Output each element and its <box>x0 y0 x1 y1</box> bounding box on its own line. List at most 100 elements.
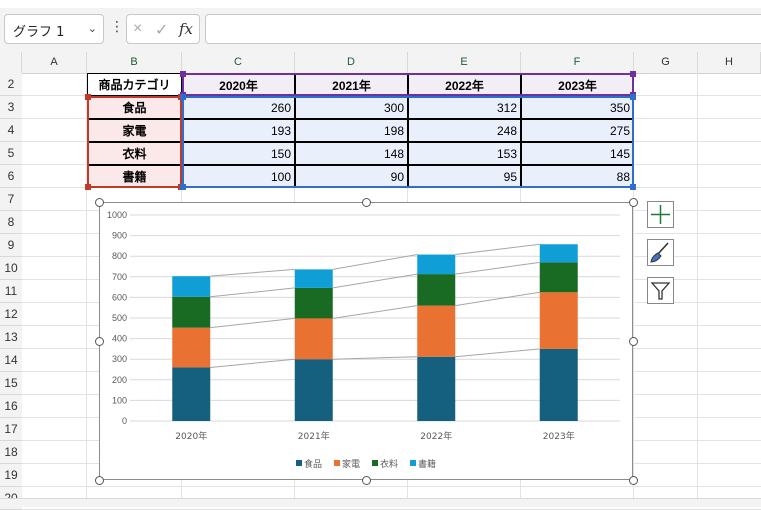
y-tick-label: 400 <box>112 334 127 344</box>
resize-handle[interactable] <box>629 198 638 207</box>
value-cell[interactable]: 145 <box>521 142 634 165</box>
row-header-10[interactable]: 10 <box>0 257 22 280</box>
value-cell[interactable]: 248 <box>408 119 521 142</box>
value-cell[interactable]: 350 <box>521 96 634 119</box>
header-cell-year[interactable]: 2022年 <box>408 73 521 96</box>
y-tick-label: 300 <box>112 354 127 364</box>
y-tick-label: 1000 <box>107 210 127 220</box>
value-cell[interactable]: 300 <box>295 96 408 119</box>
row-header-3[interactable]: 3 <box>0 96 22 119</box>
range-handle[interactable] <box>85 184 91 190</box>
x-tick-label: 2021年 <box>298 430 330 442</box>
row-header-18[interactable]: 18 <box>0 441 22 464</box>
column-header-d[interactable]: D <box>295 52 408 73</box>
resize-handle[interactable] <box>95 198 104 207</box>
name-box[interactable]: グラフ 1 ⌄ <box>4 14 104 44</box>
value-cell[interactable]: 95 <box>408 165 521 188</box>
bar-家電 <box>539 292 578 349</box>
row-header-7[interactable]: 7 <box>0 188 22 211</box>
cancel-icon[interactable]: × <box>133 20 142 38</box>
resize-handle[interactable] <box>629 476 638 485</box>
value-cell[interactable]: 90 <box>295 165 408 188</box>
row-header-14[interactable]: 14 <box>0 349 22 372</box>
value-cell[interactable]: 153 <box>408 142 521 165</box>
column-header-e[interactable]: E <box>408 52 521 73</box>
series-line <box>455 291 540 307</box>
category-cell[interactable]: 衣料 <box>87 142 182 165</box>
bar-食品 <box>539 348 578 421</box>
row-header-11[interactable]: 11 <box>0 280 22 303</box>
category-cell[interactable]: 書籍 <box>87 165 182 188</box>
resize-handle[interactable] <box>362 198 371 207</box>
legend-label: 家電 <box>342 458 360 470</box>
more-options-icon[interactable]: ⋮ <box>110 18 124 35</box>
column-header-b[interactable]: B <box>87 52 182 73</box>
series-line <box>210 268 295 277</box>
y-tick-label: 100 <box>112 395 127 405</box>
header-cell-year[interactable]: 2021年 <box>295 73 408 96</box>
y-tick-label: 800 <box>112 251 127 261</box>
row-header-2[interactable]: 2 <box>0 73 22 96</box>
legend-label: 衣料 <box>380 458 398 470</box>
row-header-16[interactable]: 16 <box>0 395 22 418</box>
range-handle[interactable] <box>180 94 186 100</box>
value-cell[interactable]: 148 <box>295 142 408 165</box>
header-cell-category[interactable]: 商品カテゴリ <box>87 73 182 96</box>
row-header-12[interactable]: 12 <box>0 303 22 326</box>
range-handle[interactable] <box>630 184 636 190</box>
formula-input[interactable] <box>205 14 761 44</box>
resize-handle[interactable] <box>629 337 638 346</box>
row-header-9[interactable]: 9 <box>0 234 22 257</box>
value-cell[interactable]: 150 <box>182 142 295 165</box>
legend-swatch <box>372 460 378 466</box>
x-tick-label: 2022年 <box>420 430 452 442</box>
row-header-19[interactable]: 19 <box>0 464 22 487</box>
bar-書籍 <box>539 244 578 263</box>
header-cell-year[interactable]: 2020年 <box>182 73 295 96</box>
value-cell[interactable]: 275 <box>521 119 634 142</box>
bar-書籍 <box>172 276 211 297</box>
category-cell[interactable]: 食品 <box>87 96 182 119</box>
chart-styles-button[interactable] <box>647 239 674 266</box>
bar-家電 <box>172 327 211 368</box>
range-handle[interactable] <box>180 184 186 190</box>
row-header-15[interactable]: 15 <box>0 372 22 395</box>
row-header-6[interactable]: 6 <box>0 165 22 188</box>
name-box-value: グラフ 1 <box>13 25 65 40</box>
chart-elements-button[interactable] <box>647 201 674 228</box>
column-header-h[interactable]: H <box>698 52 761 73</box>
range-handle[interactable] <box>630 71 636 77</box>
resize-handle[interactable] <box>95 337 104 346</box>
resize-handle[interactable] <box>95 476 104 485</box>
range-handle[interactable] <box>85 94 91 100</box>
chart-filters-button[interactable] <box>647 277 674 304</box>
value-cell[interactable]: 100 <box>182 165 295 188</box>
category-cell[interactable]: 家電 <box>87 119 182 142</box>
column-header-g[interactable]: G <box>634 52 698 73</box>
value-cell[interactable]: 193 <box>182 119 295 142</box>
value-cell[interactable]: 198 <box>295 119 408 142</box>
row-header-4[interactable]: 4 <box>0 119 22 142</box>
insert-function-icon[interactable]: fx <box>179 20 193 38</box>
chevron-down-icon[interactable]: ⌄ <box>88 22 97 35</box>
filter-icon <box>650 282 671 300</box>
bar-書籍 <box>294 269 333 288</box>
stacked-column-chart[interactable]: 0 100 200 300 400 500 600 700 800 900 1000 2020年 202… <box>95 198 638 485</box>
range-handle[interactable] <box>180 71 186 77</box>
column-header-c[interactable]: C <box>182 52 295 73</box>
range-handle[interactable] <box>630 94 636 100</box>
row-header-17[interactable]: 17 <box>0 418 22 441</box>
column-header-a[interactable]: A <box>22 52 87 73</box>
header-cell-year[interactable]: 2023年 <box>521 73 634 96</box>
column-header-f[interactable]: F <box>521 52 634 73</box>
row-header-13[interactable]: 13 <box>0 326 22 349</box>
enter-icon[interactable]: ✓ <box>155 20 168 40</box>
resize-handle[interactable] <box>362 476 371 485</box>
x-tick-label: 2023年 <box>543 430 575 442</box>
row-header-8[interactable]: 8 <box>0 211 22 234</box>
value-cell[interactable]: 312 <box>408 96 521 119</box>
row-header-5[interactable]: 5 <box>0 142 22 165</box>
value-cell[interactable]: 260 <box>182 96 295 119</box>
select-all-corner[interactable] <box>0 52 22 73</box>
value-cell[interactable]: 88 <box>521 165 634 188</box>
